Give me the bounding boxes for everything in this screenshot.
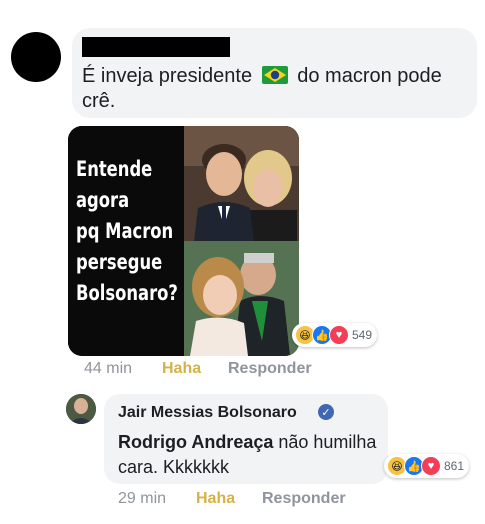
meme-caption-line: Bolsonaro? <box>76 281 178 305</box>
love-reaction-icon: ♥ <box>329 325 349 345</box>
meme-caption-line: persegue <box>76 250 163 274</box>
reaction-count: 861 <box>444 459 465 473</box>
meme-caption-line: Entende <box>76 157 153 181</box>
redacted-commenter-name <box>82 37 230 57</box>
meme-photo-couple-1 <box>184 126 299 241</box>
haha-link-label: Haha <box>196 490 236 507</box>
mention-link[interactable]: Rodrigo Andreaça <box>118 432 273 452</box>
reply-author-name[interactable]: Jair Messias Bolsonaro <box>118 404 297 422</box>
reply-author-avatar[interactable] <box>66 394 96 424</box>
meme-caption-line: pq Macron <box>76 219 174 243</box>
reply-reaction-summary[interactable]: 😆 👍 ♥ 861 <box>384 454 470 478</box>
brazil-flag-icon <box>261 66 288 84</box>
verified-badge-icon: ✓ <box>318 404 334 420</box>
haha-link-label: Haha <box>162 360 202 377</box>
reply-link-label: Responder <box>262 490 346 507</box>
reaction-summary[interactable]: 😆 👍 ♥ 549 <box>292 323 378 347</box>
comment-time[interactable]: 44 min <box>84 360 132 378</box>
reply-text: Rodrigo Andreaça não humilha cara. Kkkkk… <box>118 430 378 480</box>
meme-caption-line: agora <box>76 188 130 212</box>
reply-time[interactable]: 29 min <box>118 490 166 508</box>
commenter-avatar[interactable] <box>11 32 61 82</box>
haha-link[interactable]: Haha <box>162 360 201 378</box>
comment-text: É inveja presidente do macron pode crê. <box>82 64 472 114</box>
meme-caption: Entende agora pq Macron persegue Bolsona… <box>76 154 178 309</box>
comment-text-part1: É inveja presidente <box>82 65 253 87</box>
meme-photo-couple-2 <box>184 241 299 356</box>
reply-link-label: Responder <box>228 360 312 377</box>
meme-image[interactable]: Entende agora pq Macron persegue Bolsona… <box>68 126 299 356</box>
love-reaction-icon: ♥ <box>421 456 441 476</box>
reply-reply-link[interactable]: Responder <box>262 490 346 508</box>
reaction-count: 549 <box>352 328 373 342</box>
reply-link[interactable]: Responder <box>228 360 312 378</box>
reply-haha-link[interactable]: Haha <box>196 490 235 508</box>
